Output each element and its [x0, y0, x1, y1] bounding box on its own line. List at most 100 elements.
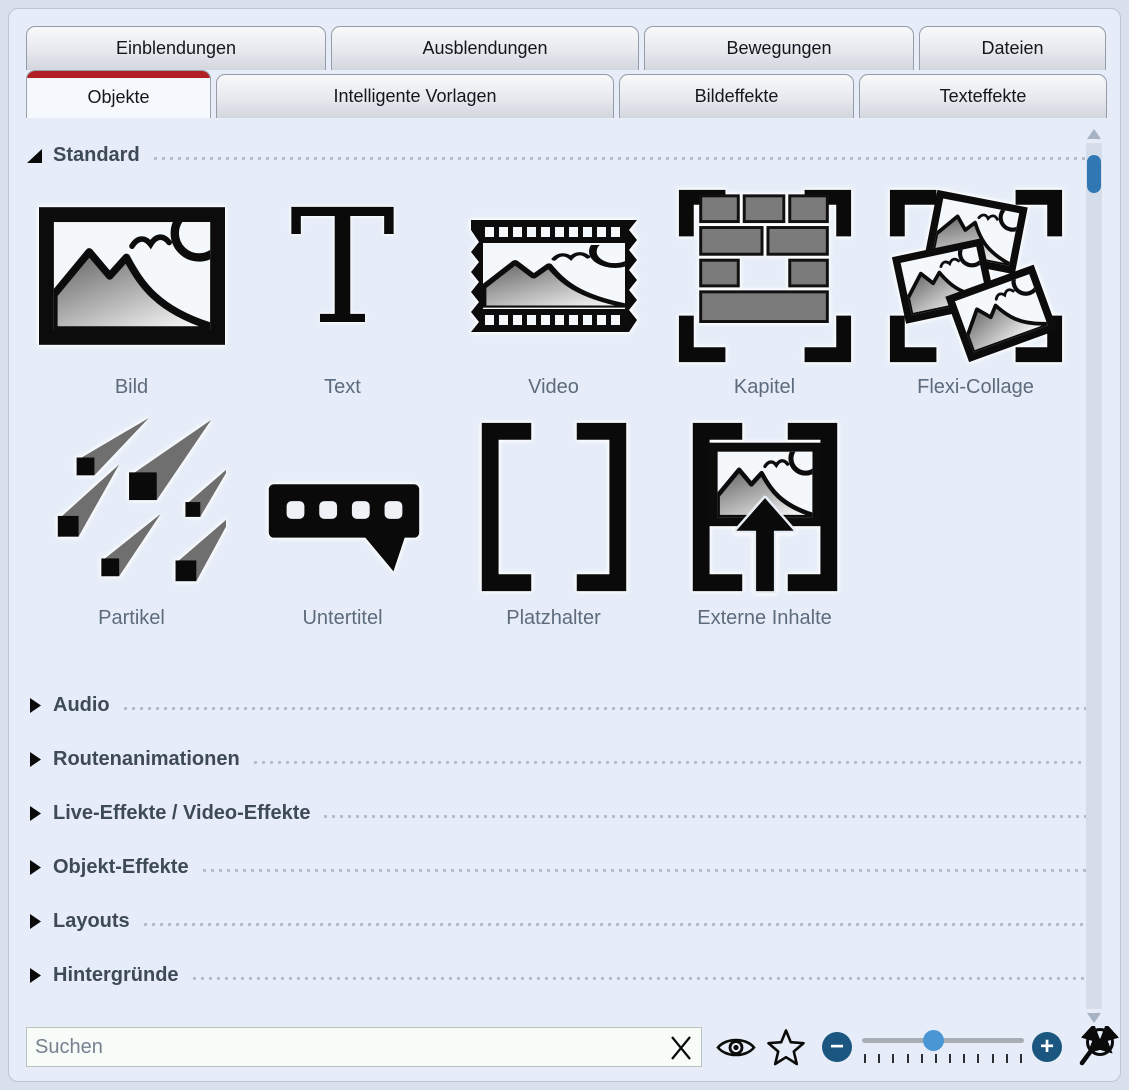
tab-label: Dateien	[981, 38, 1043, 59]
section-collapsed-icon	[26, 697, 43, 714]
section-collapsed-icon	[26, 859, 43, 876]
subtitle-bubble-icon	[249, 413, 437, 601]
preview-eye-button[interactable]	[716, 1034, 756, 1061]
tab-row-bottom: Objekte Intelligente Vorlagen Bildeffekt…	[26, 70, 1120, 118]
scrollbar-down-arrow-icon[interactable]	[1087, 1013, 1101, 1023]
object-item-text[interactable]: T Text	[237, 180, 448, 411]
scrollbar-track[interactable]	[1086, 143, 1102, 1009]
collapsed-sections: Audio Routenanimationen Live-Effekte / V…	[26, 678, 1090, 1002]
dotted-leader	[254, 761, 1090, 764]
section-live-effekte[interactable]: Live-Effekte / Video-Effekte	[26, 786, 1090, 840]
zoom-out-button[interactable]: −	[822, 1032, 852, 1062]
section-collapsed-icon	[26, 913, 43, 930]
chapter-layout-icon	[671, 182, 859, 370]
object-item-bild[interactable]: Bild	[26, 180, 237, 411]
section-label: Objekt-Effekte	[53, 856, 189, 879]
item-label: Untertitel	[302, 607, 382, 630]
active-tab-accent	[27, 71, 210, 78]
dotted-leader	[154, 157, 1090, 160]
objects-tool-panel: Einblendungen Ausblendungen Bewegungen D…	[8, 8, 1121, 1082]
object-item-flexi-collage[interactable]: Flexi-Collage	[870, 180, 1081, 411]
footer-bar: − +	[26, 1025, 1120, 1069]
section-collapsed-icon	[26, 751, 43, 768]
item-label: Text	[324, 376, 361, 399]
zoom-out-icon: −	[830, 1035, 844, 1059]
section-standard[interactable]: Standard	[26, 140, 1090, 170]
section-label: Hintergründe	[53, 964, 179, 987]
section-label: Standard	[53, 144, 140, 167]
section-audio[interactable]: Audio	[26, 678, 1090, 732]
item-label: Video	[528, 376, 579, 399]
search-input[interactable]	[27, 1036, 701, 1059]
object-item-untertitel[interactable]: Untertitel	[237, 411, 448, 642]
vertical-scrollbar	[1086, 129, 1102, 1023]
item-label: Kapitel	[734, 376, 795, 399]
tab-dateien[interactable]: Dateien	[919, 26, 1106, 70]
object-item-kapitel[interactable]: Kapitel	[659, 180, 870, 411]
size-slider-ticks	[864, 1054, 1022, 1063]
tab-objekte[interactable]: Objekte	[26, 70, 211, 118]
photo-collage-icon	[882, 182, 1070, 370]
item-label: Platzhalter	[506, 607, 601, 630]
zoom-fit-icon	[1078, 1026, 1120, 1068]
size-slider-track[interactable]	[862, 1038, 1024, 1043]
tab-intelligente-vorlagen[interactable]: Intelligente Vorlagen	[216, 74, 614, 118]
zoom-in-button[interactable]: +	[1032, 1032, 1062, 1062]
item-label: Bild	[115, 376, 148, 399]
standard-items-grid: Bild T Text	[26, 180, 1090, 642]
section-collapsed-icon	[26, 967, 43, 984]
size-slider-thumb[interactable]	[923, 1030, 944, 1051]
dotted-leader	[203, 869, 1090, 872]
tab-einblendungen[interactable]: Einblendungen	[26, 26, 326, 70]
preview-eye-icon	[716, 1034, 756, 1061]
dotted-leader	[193, 977, 1090, 980]
favorites-star-icon	[766, 1028, 806, 1066]
scrollbar-thumb[interactable]	[1087, 155, 1101, 193]
dotted-leader	[124, 707, 1090, 710]
section-collapsed-icon	[26, 805, 43, 822]
clear-x-icon[interactable]	[667, 1034, 695, 1062]
tab-label: Texteffekte	[940, 86, 1027, 107]
section-objekt-effekte[interactable]: Objekt-Effekte	[26, 840, 1090, 894]
tab-label: Intelligente Vorlagen	[333, 86, 496, 107]
section-label: Audio	[53, 694, 110, 717]
tab-label: Objekte	[87, 87, 149, 108]
placeholder-brackets-icon	[460, 413, 648, 601]
filmstrip-icon	[459, 212, 649, 340]
object-item-video[interactable]: Video	[448, 180, 659, 411]
section-label: Live-Effekte / Video-Effekte	[53, 802, 310, 825]
section-expanded-icon	[26, 147, 43, 164]
scrollbar-up-arrow-icon[interactable]	[1087, 129, 1101, 139]
section-label: Layouts	[53, 910, 130, 933]
object-item-partikel[interactable]: Partikel	[26, 411, 237, 642]
zoom-fit-button[interactable]	[1078, 1026, 1120, 1068]
text-icon: T	[290, 189, 395, 347]
tab-bewegungen[interactable]: Bewegungen	[644, 26, 914, 70]
dotted-leader	[324, 815, 1090, 818]
section-routenanimationen[interactable]: Routenanimationen	[26, 732, 1090, 786]
image-icon	[39, 207, 225, 345]
zoom-in-icon: +	[1040, 1035, 1054, 1059]
size-slider	[862, 1030, 1024, 1064]
item-label: Externe Inhalte	[697, 607, 832, 630]
item-label: Flexi-Collage	[917, 376, 1034, 399]
section-layouts[interactable]: Layouts	[26, 894, 1090, 948]
search-box	[26, 1027, 702, 1067]
object-item-externe-inhalte[interactable]: Externe Inhalte	[659, 411, 870, 642]
section-label: Routenanimationen	[53, 748, 240, 771]
tab-texteffekte[interactable]: Texteffekte	[859, 74, 1107, 118]
dotted-leader	[144, 923, 1090, 926]
external-content-icon	[671, 413, 859, 601]
tab-label: Bildeffekte	[695, 86, 779, 107]
section-hintergruende[interactable]: Hintergründe	[26, 948, 1090, 1002]
particles-icon	[38, 413, 226, 601]
tab-ausblendungen[interactable]: Ausblendungen	[331, 26, 639, 70]
tab-label: Ausblendungen	[422, 38, 547, 59]
tab-row-top: Einblendungen Ausblendungen Bewegungen D…	[26, 26, 1120, 70]
object-item-platzhalter[interactable]: Platzhalter	[448, 411, 659, 642]
favorites-star-button[interactable]	[766, 1028, 806, 1066]
tab-bildeffekte[interactable]: Bildeffekte	[619, 74, 854, 118]
item-label: Partikel	[98, 607, 165, 630]
tab-label: Einblendungen	[116, 38, 236, 59]
tab-label: Bewegungen	[726, 38, 831, 59]
